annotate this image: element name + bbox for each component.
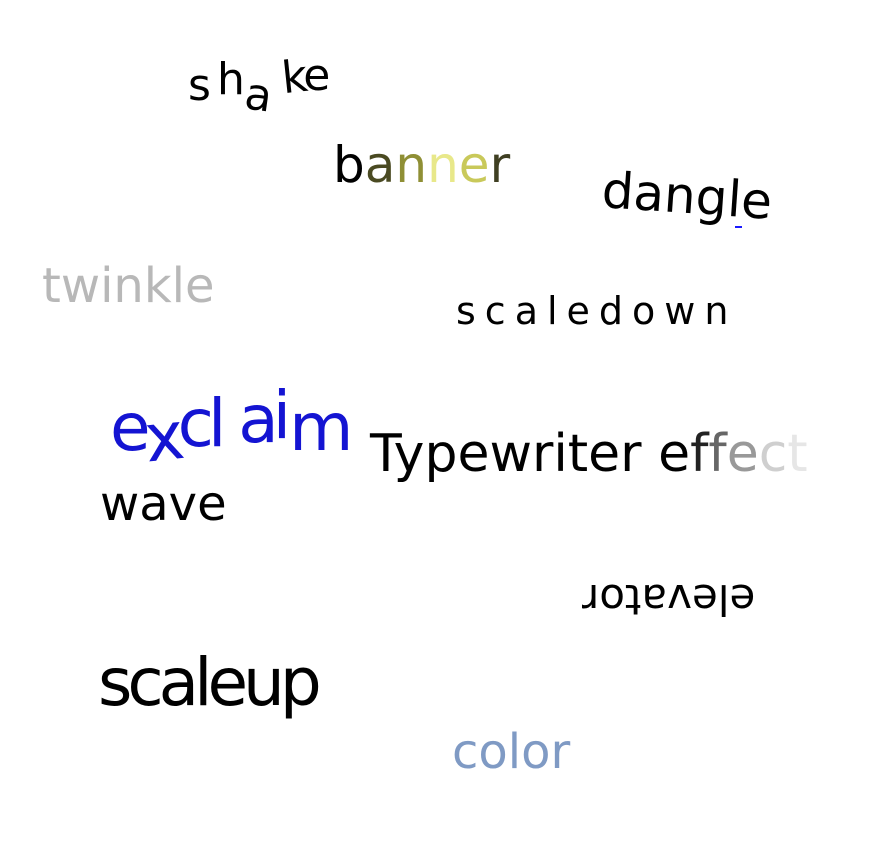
banner-letter-e: e — [458, 136, 490, 194]
banner-letter-n2: n — [427, 136, 459, 194]
exclaim-letter-i: i — [272, 377, 292, 454]
exclaim-letter-a: a — [238, 381, 279, 458]
shake-text: s hake — [188, 51, 330, 123]
exclaim-text: excl aim — [110, 383, 353, 478]
banner-letter-n1: n — [395, 136, 428, 194]
dangle-text: dangle — [599, 161, 775, 231]
typewriter-fade-f1: f — [690, 424, 709, 484]
elevator-text: elevator — [582, 575, 756, 624]
exclaim-letter-m: m — [289, 389, 353, 466]
dangle-underline-mark — [735, 226, 742, 228]
exclaim-letter-x: x — [140, 397, 182, 478]
typewriter-fade-t: t — [787, 424, 808, 484]
exclaim-letters-cl: cl — [177, 385, 227, 462]
banner-text: banner — [333, 140, 510, 190]
exclaim-letter-e: e — [110, 389, 151, 466]
typewriter-fade-e: e — [726, 424, 759, 484]
shake-letter-a: a — [241, 68, 276, 123]
banner-letter-b: b — [333, 136, 365, 194]
shake-letter-e: e — [303, 50, 331, 101]
typewriter-text: Typewriter effect — [370, 428, 808, 480]
typewriter-fade-c: c — [758, 424, 788, 484]
banner-letter-r: r — [489, 136, 511, 194]
scaleup-text: scaleup — [98, 644, 322, 721]
wave-text: wave — [100, 476, 227, 532]
shake-letter-h: h — [216, 54, 245, 105]
scaledown-text: scaledown — [456, 289, 738, 333]
banner-letter-a: a — [364, 136, 396, 194]
typewriter-fade-f2: f — [708, 424, 727, 484]
color-text: color — [452, 724, 571, 780]
typewriter-lead: Typewriter e — [370, 424, 691, 484]
shake-letter-s: s — [188, 60, 211, 111]
animated-text-canvas: s hake banner dangle twinkle scaledown ex… — [0, 0, 872, 851]
twinkle-text: twinkle — [42, 258, 215, 314]
